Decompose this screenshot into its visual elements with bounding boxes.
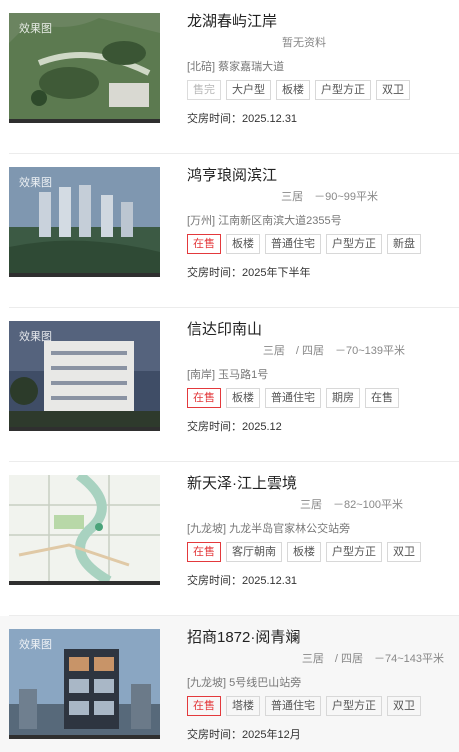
listing-title[interactable]: 龙湖春屿江岸 [187, 10, 277, 31]
listing-tags: 在售 板楼 普通住宅 户型方正 新盘 [187, 234, 421, 254]
status-badge: 在售 [187, 388, 221, 408]
feature-tag: 板楼 [276, 80, 310, 100]
listing-tags: 在售 客厅朝南 板楼 户型方正 双卫 [187, 542, 421, 562]
feature-tag: 普通住宅 [265, 388, 321, 408]
listing-card[interactable]: 效果图 招商1872·阅青斓 三居 / 四居 －74~143平米 [九龙坡] 5… [0, 616, 459, 752]
listing-image[interactable] [9, 475, 160, 585]
feature-tag: 普通住宅 [265, 234, 321, 254]
listing-image[interactable]: 效果图 [9, 321, 160, 431]
feature-tag: 户型方正 [326, 696, 382, 716]
listing-address: [九龙坡] 九龙半岛官家林公交站旁 [187, 523, 351, 535]
feature-tag: 户型方正 [326, 542, 382, 562]
feature-tag: 期房 [326, 388, 360, 408]
feature-tag: 塔楼 [226, 696, 260, 716]
listing-meta: 三居 / 四居 －74~143平米 [301, 653, 444, 665]
image-watermark: 效果图 [19, 331, 52, 343]
delivery-time: 交房时间：2025.12.31 [187, 575, 298, 587]
listing-image[interactable]: 效果图 [9, 167, 160, 277]
listing-card[interactable]: 效果图 鸿亨琅阅滨江 三居 －90~99平米 [万州] 江南新区南滨大道2355… [0, 154, 459, 308]
delivery-time: 交房时间：2025年下半年 [187, 267, 311, 279]
delivery-time: 交房时间：2025.12.31 [187, 113, 298, 125]
listing-title[interactable]: 鸿亨琅阅滨江 [187, 164, 277, 185]
feature-tag: 板楼 [226, 234, 260, 254]
listing-image[interactable]: 效果图 [9, 13, 160, 123]
listing-tags: 售完 大户型 板楼 户型方正 双卫 [187, 80, 410, 100]
feature-tag: 新盘 [387, 234, 421, 254]
feature-tag: 双卫 [387, 696, 421, 716]
feature-tag: 户型方正 [315, 80, 371, 100]
feature-tag: 客厅朝南 [226, 542, 282, 562]
listing-meta: 三居 －82~100平米 [299, 499, 403, 511]
listing-card[interactable]: 效果图 信达印南山 三居 / 四居 －70~139平米 [南岸] 玉马路1号 在… [0, 308, 459, 462]
listing-image[interactable]: 效果图 [9, 629, 160, 739]
image-watermark: 效果图 [19, 639, 52, 651]
listing-title[interactable]: 信达印南山 [187, 318, 262, 339]
listing-address: [南岸] 玉马路1号 [187, 369, 269, 381]
feature-tag: 板楼 [226, 388, 260, 408]
feature-tag: 户型方正 [326, 234, 382, 254]
feature-tag: 大户型 [226, 80, 271, 100]
listing-meta: 三居 / 四居 －70~139平米 [262, 345, 405, 357]
status-badge: 在售 [187, 234, 221, 254]
listing-title[interactable]: 招商1872·阅青斓 [187, 626, 300, 647]
feature-tag: 双卫 [376, 80, 410, 100]
listing-address: [北碚] 蔡家嘉瑞大道 [187, 61, 285, 73]
listing-tags: 在售 塔楼 普通住宅 户型方正 双卫 [187, 696, 421, 716]
listing-address: [万州] 江南新区南滨大道2355号 [187, 215, 342, 227]
listing-card[interactable]: 新天泽·江上雲境 三居 －82~100平米 [九龙坡] 九龙半岛官家林公交站旁 … [0, 462, 459, 616]
listing-meta: 三居 －90~99平米 [281, 191, 378, 203]
image-watermark: 效果图 [19, 177, 52, 189]
feature-tag: 板楼 [287, 542, 321, 562]
status-badge: 售完 [187, 80, 221, 100]
status-badge: 在售 [187, 696, 221, 716]
listing-meta: 暂无资料 [282, 37, 326, 49]
feature-tag: 双卫 [387, 542, 421, 562]
feature-tag: 普通住宅 [265, 696, 321, 716]
delivery-time: 交房时间：2025年12月 [187, 729, 301, 741]
listing-address: [九龙坡] 5号线巴山站旁 [187, 677, 302, 689]
listing-image-render [9, 475, 160, 581]
listing-card[interactable]: 效果图 龙湖春屿江岸 暂无资料 [北碚] 蔡家嘉瑞大道 售完 大户型 板楼 户型… [0, 0, 459, 154]
delivery-time: 交房时间：2025.12 [187, 421, 282, 433]
feature-tag: 在售 [365, 388, 399, 408]
status-badge: 在售 [187, 542, 221, 562]
listing-tags: 在售 板楼 普通住宅 期房 在售 [187, 388, 399, 408]
listing-title[interactable]: 新天泽·江上雲境 [187, 472, 297, 493]
image-watermark: 效果图 [19, 23, 52, 35]
